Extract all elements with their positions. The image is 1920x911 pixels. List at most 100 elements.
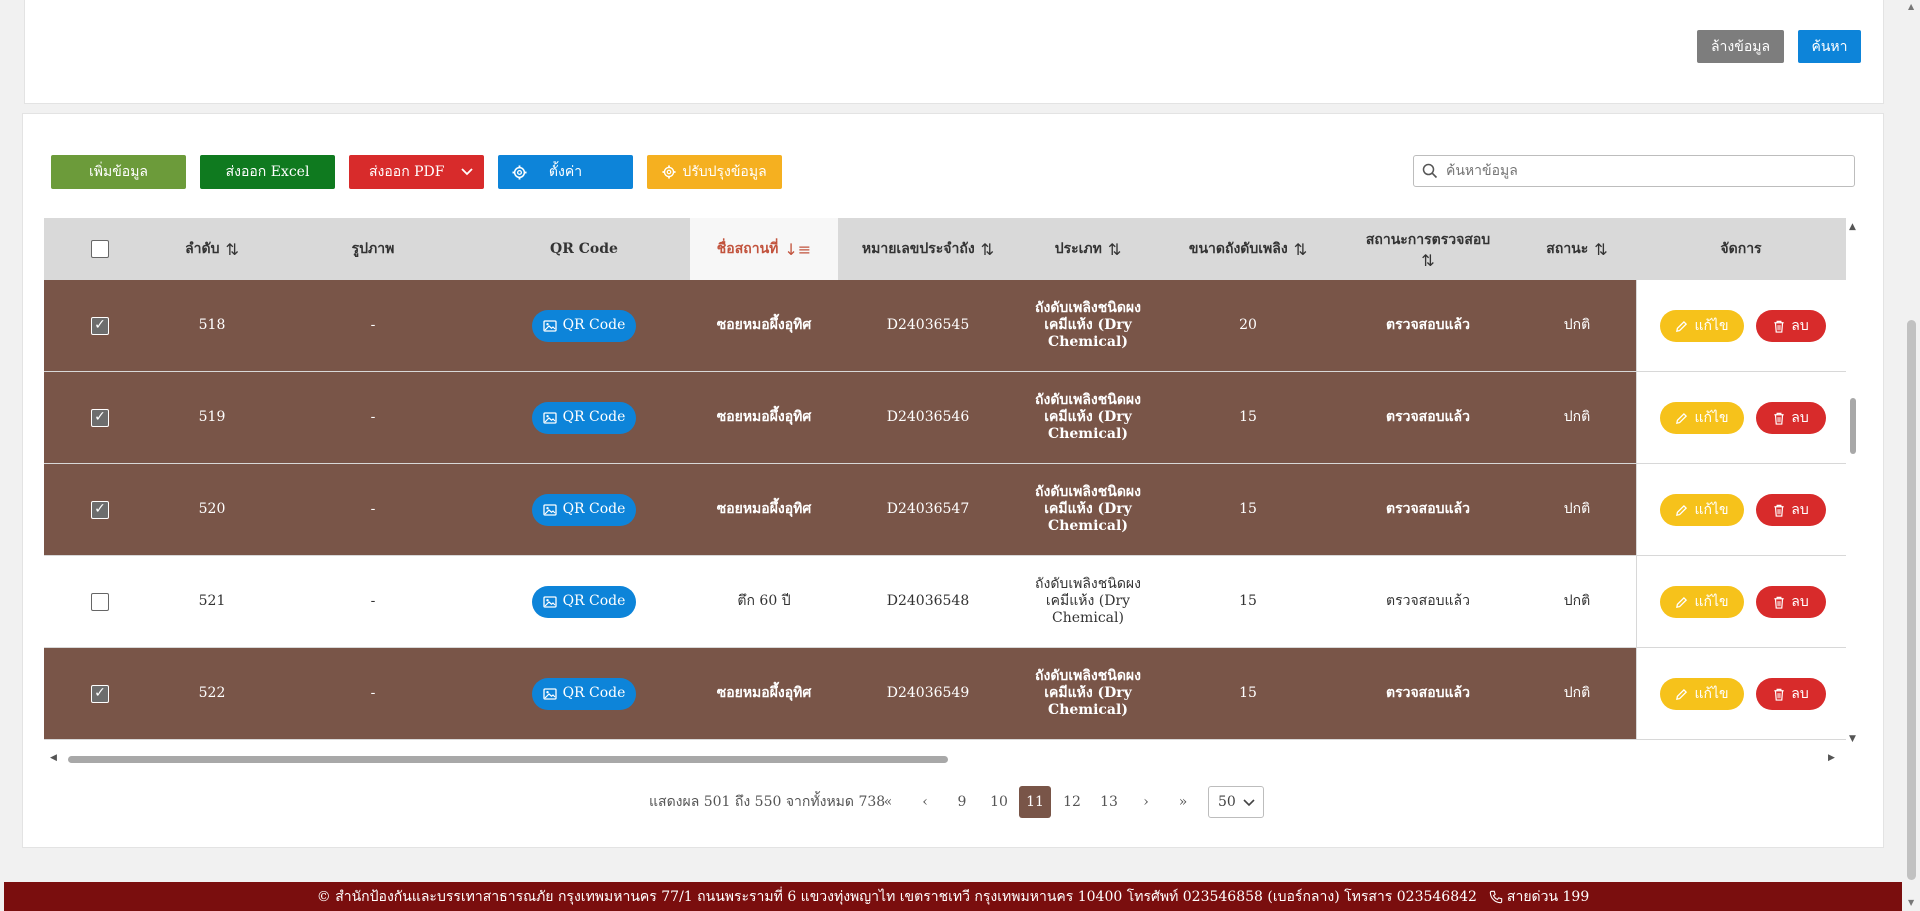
settings-button[interactable]: ตั้งค่า (498, 155, 633, 189)
delete-button[interactable]: ลบ (1756, 586, 1826, 618)
header-type[interactable]: ประเภท ⇅ (1018, 218, 1158, 280)
header-tank-no[interactable]: หมายเลขประจำถัง ⇅ (838, 218, 1018, 280)
qr-code-button[interactable]: QR Code (532, 309, 636, 342)
page-button[interactable]: 13 (1093, 786, 1125, 818)
delete-button[interactable]: ลบ (1756, 494, 1826, 526)
row-select-cell[interactable] (44, 280, 156, 371)
sort-icon[interactable]: ⇅ (1421, 251, 1434, 270)
table-row[interactable]: 519 - ซอยหมอผึ้งอุทิศ D24036546 ถังดับเพลิงช… (44, 372, 1846, 464)
edit-button[interactable]: แก้ไข (1660, 586, 1744, 618)
delete-label: ลบ (1791, 318, 1809, 334)
edit-button[interactable]: แก้ไข (1660, 402, 1744, 434)
current-page-button[interactable]: 11 (1019, 786, 1051, 818)
sort-icon[interactable]: ⇅ (1594, 240, 1607, 259)
table-row[interactable]: 522 - ซอยหมอผึ้งอุทิศ D24036549 ถังดับเพลิงช… (44, 648, 1846, 740)
qr-code-button[interactable]: QR Code (532, 585, 636, 618)
edit-label: แก้ไข (1694, 686, 1729, 702)
edit-button[interactable]: แก้ไข (1660, 494, 1744, 526)
header-status[interactable]: สถานะ ⇅ (1518, 218, 1636, 280)
table-horizontal-scrollbar-thumb[interactable] (68, 756, 948, 763)
cell-type: ถังดับเพลิงชนิดผงเคมีแห้ง (Dry Chemical) (1035, 576, 1141, 626)
header-place-label: ชื่อสถานที่ (716, 241, 779, 257)
qr-code-button[interactable]: QR Code (532, 677, 636, 710)
update-button[interactable]: ปรับปรุงข้อมูล (647, 155, 782, 189)
scroll-down-icon[interactable]: ▼ (1849, 734, 1856, 744)
delete-button[interactable]: ลบ (1756, 310, 1826, 342)
scroll-left-icon[interactable]: ◀ (50, 753, 57, 763)
header-place[interactable]: ชื่อสถานที่ ↓≡ (690, 218, 838, 280)
add-button[interactable]: เพิ่มข้อมูล (51, 155, 186, 189)
trash-icon (1774, 504, 1784, 517)
row-checkbox[interactable] (91, 500, 109, 519)
export-excel-button[interactable]: ส่งออก Excel (200, 155, 335, 189)
cell-status: ปกติ (1563, 685, 1591, 701)
cell-place: ซอยหมอผึ้งอุทิศ (716, 501, 812, 517)
sort-icon[interactable]: ⇅ (981, 240, 994, 259)
search-button[interactable]: ค้นหา (1798, 30, 1861, 63)
qr-cell: QR Code (478, 280, 690, 371)
table-row[interactable]: 521 - ตึก 60 ปี D24036548 ถังดับเพลิงชนิดผงเ… (44, 556, 1846, 648)
row-background: 518 - ซอยหมอผึ้งอุทิศ D24036545 ถังดับเพลิงช… (44, 280, 1636, 371)
page-button[interactable]: 9 (946, 786, 978, 818)
sort-icon[interactable]: ⇅ (1108, 240, 1121, 259)
select-all-checkbox[interactable] (91, 240, 109, 258)
scroll-right-icon[interactable]: ▶ (1828, 753, 1835, 763)
edit-button[interactable]: แก้ไข (1660, 310, 1744, 342)
row-checkbox[interactable] (91, 592, 109, 611)
cell-index: 520 (198, 501, 226, 517)
delete-button[interactable]: ลบ (1756, 402, 1826, 434)
edit-label: แก้ไข (1694, 318, 1729, 334)
export-pdf-button[interactable]: ส่งออก PDF (349, 155, 484, 189)
header-index[interactable]: ลำดับ ⇅ (156, 218, 268, 280)
row-checkbox[interactable] (91, 408, 109, 427)
row-select-cell[interactable] (44, 372, 156, 463)
table-horizontal-scrollbar[interactable]: ◀ ▶ (44, 752, 1846, 766)
header-qr-label: QR Code (550, 241, 618, 257)
scroll-up-icon[interactable]: ▲ (1849, 222, 1856, 232)
row-checkbox[interactable] (91, 684, 109, 703)
search-input[interactable] (1444, 162, 1854, 180)
header-type-label: ประเภท (1054, 241, 1102, 257)
qr-code-label: QR Code (562, 501, 626, 517)
header-select-all[interactable] (44, 218, 156, 280)
row-select-cell[interactable] (44, 648, 156, 739)
qr-code-button[interactable]: QR Code (532, 401, 636, 434)
page-button[interactable]: 10 (983, 786, 1015, 818)
row-select-cell[interactable] (44, 556, 156, 647)
table-row[interactable]: 518 - ซอยหมอผึ้งอุทิศ D24036545 ถังดับเพลิงช… (44, 280, 1846, 372)
chevron-down-icon[interactable] (460, 166, 474, 178)
page-size-select[interactable]: 50 (1208, 786, 1264, 818)
clear-button[interactable]: ล้างข้อมูล (1697, 30, 1784, 63)
table-search[interactable] (1413, 155, 1855, 187)
qr-cell: QR Code (478, 464, 690, 555)
row-select-cell[interactable] (44, 464, 156, 555)
table-vertical-scrollbar-thumb[interactable] (1850, 398, 1856, 454)
sort-icon[interactable]: ⇅ (226, 240, 239, 259)
qr-code-label: QR Code (562, 685, 626, 701)
header-size[interactable]: ขนาดถังดับเพลิง ⇅ (1158, 218, 1338, 280)
filter-panel: ล้างข้อมูล ค้นหา (24, 0, 1884, 104)
qr-cell: QR Code (478, 372, 690, 463)
header-inspect[interactable]: สถานะการตรวจสอบ ⇅ (1338, 218, 1518, 280)
scroll-up-icon[interactable]: ▲ (1908, 2, 1914, 11)
page-button[interactable]: 12 (1056, 786, 1088, 818)
row-checkbox[interactable] (91, 316, 109, 335)
cell-tank-no: D24036549 (886, 685, 970, 701)
qr-code-button[interactable]: QR Code (532, 493, 636, 526)
delete-button[interactable]: ลบ (1756, 678, 1826, 710)
cell-place: ซอยหมอผึ้งอุทิศ (716, 409, 812, 425)
edit-label: แก้ไข (1694, 410, 1729, 426)
page-scrollbar[interactable]: ▲ ▼ (1903, 0, 1920, 911)
table-row[interactable]: 520 - ซอยหมอผึ้งอุทิศ D24036547 ถังดับเพลิงช… (44, 464, 1846, 556)
last-page-button[interactable]: » (1167, 786, 1199, 818)
table-vertical-scrollbar[interactable]: ▲ ▼ (1846, 218, 1860, 752)
first-page-button[interactable]: « (872, 786, 904, 818)
scroll-down-icon[interactable]: ▼ (1908, 898, 1914, 907)
next-page-button[interactable]: › (1130, 786, 1162, 818)
sort-icon[interactable]: ⇅ (1294, 240, 1307, 259)
edit-button[interactable]: แก้ไข (1660, 678, 1744, 710)
image-icon (542, 411, 557, 424)
sort-desc-icon[interactable]: ↓≡ (784, 240, 811, 259)
prev-page-button[interactable]: ‹ (909, 786, 941, 818)
trash-icon (1774, 596, 1784, 609)
